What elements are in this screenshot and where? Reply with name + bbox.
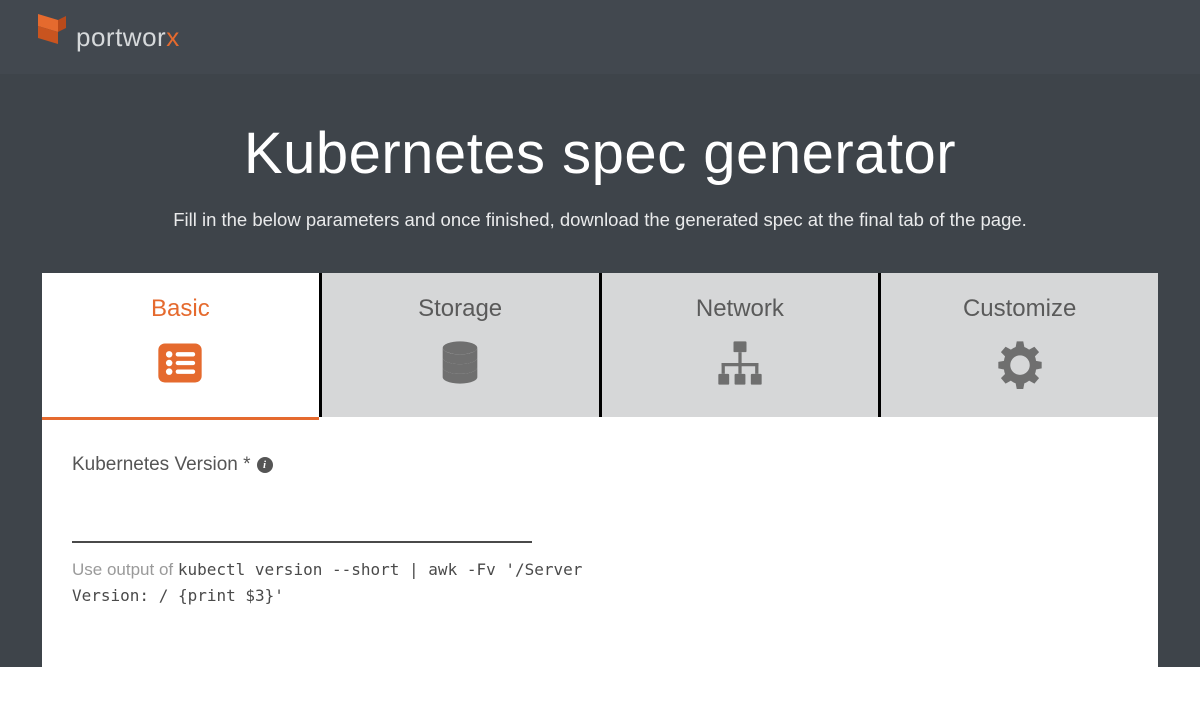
k8s-version-hint: Use output of kubectl version --short | … bbox=[72, 557, 632, 608]
tab-network-label: Network bbox=[602, 295, 879, 323]
k8s-version-label: Kubernetes Version * i bbox=[72, 454, 632, 476]
tab-basic[interactable]: Basic bbox=[42, 273, 319, 417]
tab-storage[interactable]: Storage bbox=[319, 273, 599, 417]
tab-customize[interactable]: Customize bbox=[878, 273, 1158, 417]
database-icon bbox=[322, 337, 599, 389]
logo-mark-icon bbox=[38, 14, 66, 61]
tab-storage-label: Storage bbox=[322, 295, 599, 323]
tab-customize-label: Customize bbox=[881, 295, 1158, 323]
list-icon bbox=[42, 337, 319, 389]
app-header: portworx bbox=[0, 0, 1200, 74]
network-icon bbox=[602, 337, 879, 389]
page-subtitle: Fill in the below parameters and once fi… bbox=[0, 209, 1200, 231]
brand-logo: portworx bbox=[38, 14, 180, 61]
tab-network[interactable]: Network bbox=[599, 273, 879, 417]
hero-section: Kubernetes spec generator Fill in the be… bbox=[0, 74, 1200, 273]
brand-name: portworx bbox=[76, 22, 180, 53]
info-icon[interactable]: i bbox=[257, 457, 273, 473]
wizard-tabs: Basic Storage Network Customize bbox=[42, 273, 1158, 417]
k8s-version-input[interactable] bbox=[72, 504, 532, 543]
tab-panel-basic: Kubernetes Version * i Use output of kub… bbox=[42, 417, 1158, 667]
tab-basic-label: Basic bbox=[42, 295, 319, 323]
gear-icon bbox=[881, 337, 1158, 389]
page-title: Kubernetes spec generator bbox=[0, 120, 1200, 187]
